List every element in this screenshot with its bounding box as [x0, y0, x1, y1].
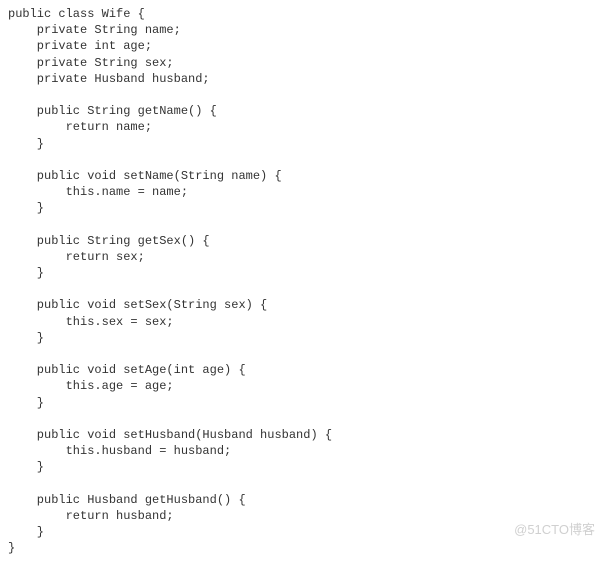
- code-block: public class Wife { private String name;…: [0, 0, 603, 562]
- watermark: @51CTO博客: [514, 521, 595, 539]
